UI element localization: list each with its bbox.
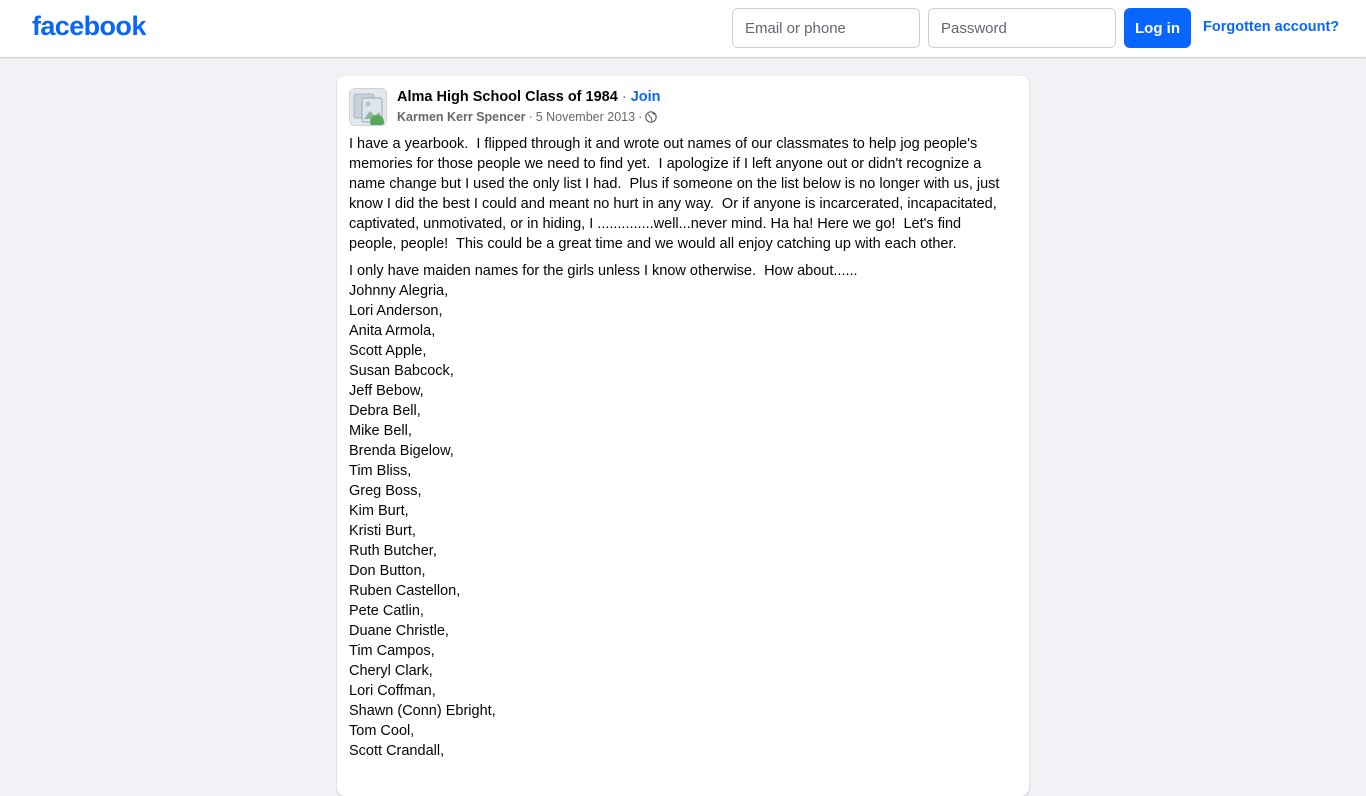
- list-item: Johnny Alegria,: [349, 283, 449, 299]
- group-name-link[interactable]: Alma High School Class of 1984: [397, 89, 618, 105]
- list-item: Anita Armola,: [349, 323, 436, 339]
- list-item: Ruth Butcher,: [349, 543, 437, 559]
- post-card: Alma High School Class of 1984 · Join Ka…: [337, 76, 1029, 796]
- facebook-logo[interactable]: facebook: [32, 11, 146, 42]
- group-avatar[interactable]: [349, 88, 387, 126]
- list-item: Shawn (Conn) Ebright,: [349, 703, 496, 719]
- list-item: Scott Apple,: [349, 343, 427, 359]
- list-item: Ruben Castellon,: [349, 583, 461, 599]
- list-item: Don Button,: [349, 563, 426, 579]
- list-item: Mike Bell,: [349, 423, 412, 439]
- forgotten-account-link[interactable]: Forgotten account?: [1203, 19, 1339, 35]
- list-item: Jeff Bebow,: [349, 383, 424, 399]
- top-navigation-bar: facebook Log in Forgotten account?: [0, 0, 1366, 57]
- list-item: Debra Bell,: [349, 403, 421, 419]
- list-item: Pete Catlin,: [349, 603, 424, 619]
- group-avatar-image: [350, 89, 386, 125]
- post-date[interactable]: 5 November 2013: [536, 110, 635, 124]
- list-item: Cheryl Clark,: [349, 663, 433, 679]
- join-link[interactable]: Join: [631, 89, 661, 105]
- separator: ·: [528, 110, 533, 124]
- separator: ·: [621, 89, 627, 105]
- email-field[interactable]: [732, 8, 920, 48]
- list-item: Scott Crandall,: [349, 743, 445, 759]
- list-item: Tim Bliss,: [349, 463, 412, 479]
- list-item: Duane Christle,: [349, 623, 449, 639]
- list-item: Lori Coffman,: [349, 683, 436, 699]
- post-paragraph: I have a yearbook. I flipped through it …: [349, 136, 1004, 252]
- post-meta: Karmen Kerr Spencer · 5 November 2013 ·: [397, 110, 658, 124]
- author-name[interactable]: Karmen Kerr Spencer: [397, 110, 526, 124]
- list-item: Brenda Bigelow,: [349, 443, 454, 459]
- post-intro-line: I only have maiden names for the girls u…: [349, 263, 858, 279]
- list-item: Kim Burt,: [349, 503, 409, 519]
- separator: ·: [638, 110, 643, 124]
- password-field[interactable]: [928, 8, 1116, 48]
- group-title-line: Alma High School Class of 1984 · Join: [397, 89, 661, 105]
- list-item: Lori Anderson,: [349, 303, 443, 319]
- list-item: Kristi Burt,: [349, 523, 416, 539]
- globe-icon: [645, 111, 658, 123]
- list-item: Tim Campos,: [349, 643, 435, 659]
- login-button[interactable]: Log in: [1124, 8, 1191, 48]
- list-item: Susan Babcock,: [349, 363, 454, 379]
- post-body: I have a yearbook. I flipped through it …: [349, 134, 1009, 761]
- classmate-name-list: Johnny Alegria, Lori Anderson, Anita Arm…: [349, 281, 1009, 761]
- list-item: Tom Cool,: [349, 723, 415, 739]
- list-item: Greg Boss,: [349, 483, 422, 499]
